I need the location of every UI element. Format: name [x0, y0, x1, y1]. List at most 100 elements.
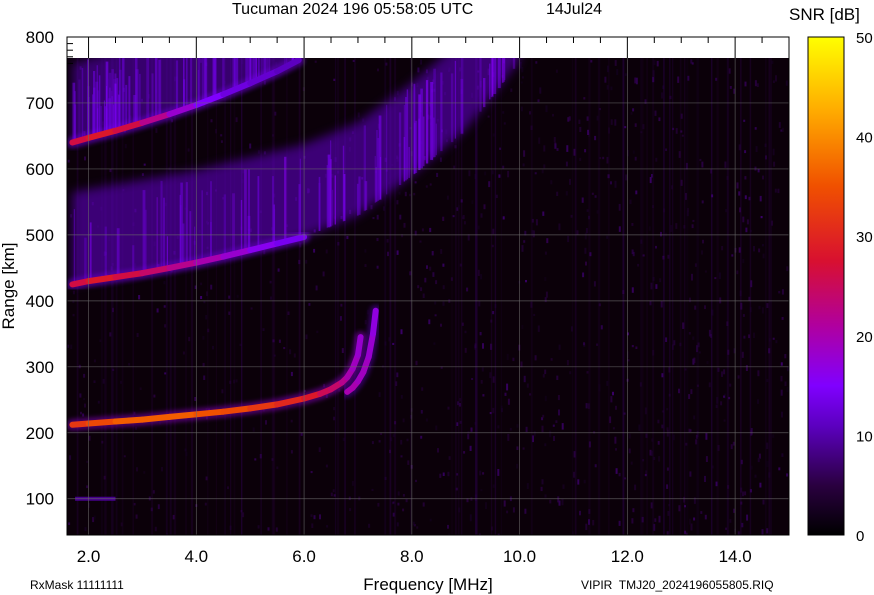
- noise-speck: [637, 263, 640, 267]
- noise-speck: [730, 444, 733, 450]
- noise-speck: [704, 475, 706, 482]
- noise-speck: [628, 433, 631, 439]
- noise-speck: [521, 325, 524, 329]
- noise-speck: [704, 305, 706, 310]
- diffuse-streak: [272, 176, 274, 245]
- noise-speck: [612, 427, 615, 430]
- diffuse-streak: [450, 73, 454, 143]
- noise-speck: [584, 149, 587, 153]
- noise-speck: [509, 427, 512, 431]
- noise-speck: [93, 359, 96, 363]
- noise-speck: [754, 80, 757, 87]
- noise-speck: [477, 269, 480, 276]
- noise-speck: [578, 119, 581, 124]
- interference-line: [207, 58, 209, 535]
- noise-speck: [702, 239, 704, 244]
- interference-line: [185, 58, 187, 535]
- noise-speck: [714, 277, 717, 280]
- interference-line: [622, 58, 625, 535]
- noise-speck: [624, 126, 627, 129]
- noise-speck: [634, 156, 637, 161]
- diffuse-streak: [190, 58, 192, 107]
- noise-speck: [434, 301, 437, 305]
- noise-speck: [435, 280, 438, 285]
- noise-speck: [666, 484, 669, 489]
- noise-speck: [136, 467, 138, 472]
- noise-speck: [756, 83, 759, 87]
- noise-speck: [678, 388, 680, 394]
- interference-line: [641, 58, 644, 535]
- noise-speck: [781, 317, 784, 320]
- noise-speck: [507, 433, 510, 441]
- noise-speck: [506, 353, 509, 361]
- noise-speck: [744, 150, 747, 154]
- noise-speck: [277, 268, 280, 272]
- noise-speck: [555, 69, 558, 73]
- noise-speck: [478, 300, 481, 307]
- x-tick-label: 12.0: [611, 547, 644, 566]
- noise-speck: [545, 105, 548, 113]
- noise-speck: [440, 323, 442, 327]
- noise-speck: [341, 348, 344, 353]
- noise-speck: [402, 494, 405, 497]
- noise-speck: [688, 332, 691, 335]
- diffuse-streak: [330, 140, 332, 227]
- noise-speck: [780, 375, 783, 382]
- noise-speck: [376, 237, 379, 242]
- noise-speck: [68, 522, 71, 525]
- noise-speck: [654, 518, 657, 522]
- diffuse-streak: [151, 73, 154, 120]
- noise-speck: [433, 342, 436, 345]
- noise-speck: [701, 200, 704, 204]
- diffuse-streak: [257, 176, 260, 248]
- noise-speck: [420, 410, 423, 414]
- colorbar-label: SNR [dB]: [789, 5, 860, 24]
- noise-speck: [742, 216, 745, 223]
- noise-speck: [340, 303, 343, 307]
- noise-speck: [675, 223, 678, 229]
- noise-speck: [632, 150, 635, 154]
- noise-speck: [558, 409, 560, 416]
- noise-speck: [220, 140, 223, 143]
- noise-speck: [781, 127, 784, 132]
- noise-speck: [485, 502, 487, 509]
- noise-speck: [594, 464, 597, 468]
- noise-speck: [631, 287, 634, 293]
- interference-line: [740, 58, 742, 535]
- noise-speck: [67, 159, 70, 163]
- noise-speck: [161, 467, 163, 472]
- noise-speck: [544, 443, 547, 447]
- x-tick-labels: 2.0 4.0 6.0 8.0 10.0 12.0 14.0: [77, 547, 752, 566]
- noise-speck: [758, 248, 761, 253]
- noise-speck: [665, 148, 668, 151]
- noise-speck: [210, 119, 213, 123]
- noise-speck: [480, 274, 483, 280]
- interference-line: [215, 58, 217, 535]
- noise-speck: [746, 514, 749, 521]
- noise-speck: [210, 284, 213, 290]
- x-tick-label: 6.0: [292, 547, 316, 566]
- noise-speck: [565, 191, 568, 196]
- noise-speck: [635, 190, 638, 195]
- trace-segment: [139, 413, 173, 423]
- noise-speck: [479, 332, 482, 336]
- noise-speck: [257, 525, 260, 529]
- noise-speck: [692, 219, 695, 222]
- noise-speck: [392, 342, 395, 345]
- noise-speck: [693, 415, 696, 420]
- noise-speck: [741, 351, 744, 358]
- noise-speck: [655, 245, 657, 249]
- ionogram-figure: Tucuman 2024 196 05:58:05 UTC 14Jul24 2.…: [0, 1, 873, 594]
- noise-speck: [310, 514, 313, 517]
- noise-speck: [654, 110, 657, 116]
- diffuse-streak: [134, 58, 138, 125]
- noise-speck: [524, 508, 527, 514]
- noise-speck: [525, 426, 528, 432]
- noise-speck: [83, 398, 86, 401]
- noise-speck: [552, 424, 555, 427]
- diffuse-streak: [440, 72, 443, 152]
- diffuse-streak: [163, 197, 165, 269]
- noise-speck: [582, 272, 585, 278]
- y-tick-label: 600: [26, 160, 54, 179]
- colorbar-gradient: [807, 36, 845, 536]
